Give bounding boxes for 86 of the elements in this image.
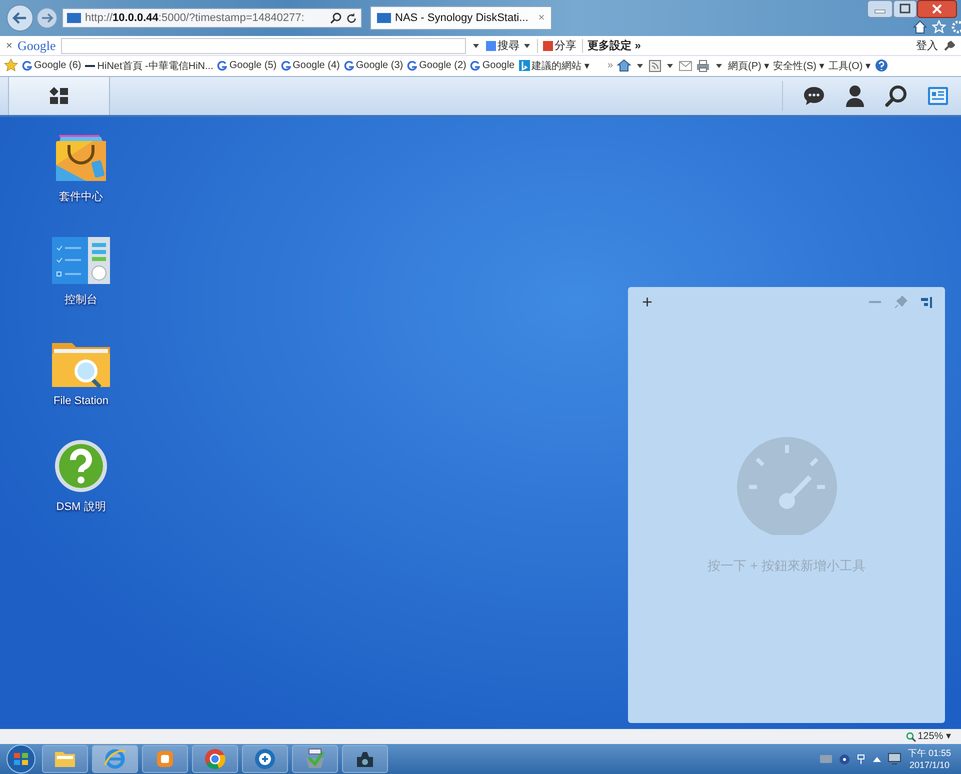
search-field[interactable] — [60, 38, 466, 54]
favorite-link[interactable]: Google (5) — [217, 60, 277, 71]
dropdown-caret-icon[interactable] — [637, 64, 643, 68]
desktop-icon-label[interactable]: File Station — [53, 395, 109, 407]
clock-time[interactable]: 下午 01:55 — [908, 747, 951, 759]
home-icon[interactable] — [617, 59, 631, 72]
desktop-icon-label[interactable]: 套件中心 — [59, 189, 103, 204]
home-icon[interactable] — [913, 20, 927, 34]
taskbar-button[interactable] — [42, 745, 88, 773]
favorite-link[interactable]: Google (3) — [344, 60, 404, 71]
gauge-icon — [734, 435, 838, 535]
grid-icon — [49, 87, 69, 105]
chat-bubble-icon[interactable] — [803, 86, 825, 106]
letter-g-icon — [344, 60, 354, 70]
minimize-button[interactable] — [867, 0, 893, 18]
add-widget-button[interactable]: + — [642, 292, 653, 312]
widgets-icon[interactable] — [927, 86, 949, 106]
search-button[interactable]: 搜尋 — [486, 38, 532, 53]
taskbar-button[interactable] — [342, 745, 388, 773]
refresh-icon[interactable] — [346, 12, 357, 24]
monitor-icon[interactable] — [888, 753, 901, 765]
favorite-link[interactable]: HiNet首頁 -中華電信HiN... — [85, 58, 214, 72]
letter-b-icon — [518, 60, 530, 71]
desktop-icon-label[interactable]: 控制台 — [64, 292, 98, 307]
address-field[interactable]: http://10.0.0.44:5000/?timestamp=14840277: — [62, 8, 362, 28]
clock-date[interactable]: 2017/1/10 — [909, 759, 950, 771]
sign-in-button[interactable]: 登入 — [916, 38, 938, 53]
back-button[interactable] — [6, 4, 34, 32]
favorite-link[interactable]: Google (4) — [280, 60, 340, 71]
forward-button[interactable] — [36, 7, 58, 29]
desktop-icon-label[interactable]: DSM 說明 — [56, 499, 106, 514]
browser-tab[interactable]: NAS - Synology DiskStati... × — [370, 6, 552, 30]
search-icon[interactable] — [885, 85, 907, 107]
start-button[interactable] — [4, 744, 38, 774]
search-icon[interactable] — [330, 12, 342, 24]
mail-icon[interactable] — [679, 60, 692, 70]
feed-icon[interactable] — [649, 60, 661, 72]
url-text: http://10.0.0.44:5000/?timestamp=14840277: — [85, 12, 306, 24]
magnifier-plus-icon — [254, 748, 276, 770]
user-icon[interactable] — [845, 85, 865, 107]
google-logo: Google — [17, 38, 56, 54]
taskbar-button[interactable] — [142, 745, 188, 773]
favorite-link[interactable]: Google (6) — [22, 60, 82, 71]
show-hidden-icons-arrow-icon[interactable] — [872, 756, 881, 762]
close-toolbar-button[interactable]: × — [6, 40, 12, 52]
main-menu-button[interactable] — [8, 77, 110, 115]
close-tab-button[interactable]: × — [538, 12, 545, 24]
overflow-button[interactable]: » — [607, 60, 613, 71]
chrome-icon — [204, 748, 226, 770]
share-button[interactable]: 分享 — [542, 38, 577, 53]
dropdown-caret-icon[interactable] — [667, 64, 673, 68]
site-icon — [67, 13, 81, 23]
browser-e-icon — [104, 748, 126, 770]
camera-icon — [354, 749, 376, 769]
printer-icon[interactable] — [696, 60, 710, 72]
close-button[interactable] — [917, 0, 957, 18]
zoom-level-button[interactable]: 125% ▾ — [906, 731, 951, 742]
control-panel-icon[interactable] — [51, 236, 111, 286]
star-icon[interactable] — [932, 20, 946, 34]
command-menu[interactable]: 工具(O) ▾ — [828, 58, 871, 72]
tab-title: NAS - Synology DiskStati... — [395, 12, 528, 24]
command-menu[interactable]: 網頁(P) ▾ — [728, 58, 770, 72]
taskbar-button[interactable] — [292, 745, 338, 773]
favorite-link[interactable]: Google — [470, 60, 515, 71]
folder-icon — [54, 750, 76, 768]
command-menu[interactable]: 安全性(S) ▾ — [773, 58, 824, 72]
letter-g-icon — [470, 60, 480, 70]
favorite-link[interactable]: 建議的網站 ▾ — [518, 58, 590, 72]
favorites-star-icon[interactable] — [4, 59, 18, 72]
letter-g-icon — [22, 60, 32, 70]
media-player-icon — [155, 749, 175, 769]
collapse-panel-icon[interactable] — [921, 296, 933, 308]
maximize-button[interactable] — [893, 0, 917, 18]
dropdown-caret-icon[interactable] — [716, 64, 722, 68]
wrench-icon[interactable] — [943, 40, 955, 52]
taskbar-button[interactable] — [242, 745, 288, 773]
letter-g-icon — [217, 60, 228, 70]
letter-g-icon — [280, 60, 291, 70]
empty-widgets-hint: 按一下 + 按鈕來新增小工具 — [708, 557, 866, 575]
more-settings-button[interactable]: 更多設定 » — [588, 38, 641, 53]
zoom-icon — [906, 732, 916, 742]
dropdown-caret-icon[interactable] — [472, 44, 479, 48]
taskbar-button[interactable] — [192, 745, 238, 773]
letter-g-icon — [407, 60, 418, 70]
site-icon — [377, 13, 391, 23]
favorite-link[interactable]: Google (2) — [407, 60, 466, 71]
